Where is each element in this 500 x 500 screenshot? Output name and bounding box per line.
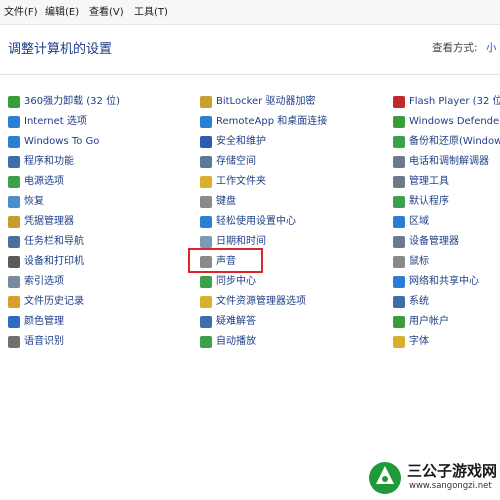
file-history-icon xyxy=(8,296,20,308)
cp-item-label: BitLocker 驱动器加密 xyxy=(216,96,316,107)
work-folders-icon xyxy=(200,176,212,188)
default-programs-icon xyxy=(393,196,405,208)
system-icon xyxy=(393,296,405,308)
menu-view[interactable]: 查看(V) xyxy=(89,6,124,20)
cp-item-label: 任务栏和导航 xyxy=(24,236,84,247)
cp-item-label: 自动播放 xyxy=(216,336,256,347)
cp-item-label: 安全和维护 xyxy=(216,136,266,147)
user-accounts-icon xyxy=(393,316,405,328)
cp-item-label: 360强力卸载 (32 位) xyxy=(24,96,120,107)
cp-item-label: 鼠标 xyxy=(409,256,429,267)
menu-file[interactable]: 文件(F) xyxy=(4,6,38,20)
cp-item-label: 区域 xyxy=(409,216,429,227)
cp-item-label: 语音识别 xyxy=(24,336,64,347)
cp-item-label: 存储空间 xyxy=(216,156,256,167)
cp-item-label: 用户帐户 xyxy=(409,316,449,327)
storage-spaces-icon xyxy=(200,156,212,168)
cp-item-label: 管理工具 xyxy=(409,176,449,187)
administrative-tools-icon xyxy=(393,176,405,188)
watermark-title: 三公子游戏网 xyxy=(407,462,498,480)
menu-edit[interactable]: 编辑(E) xyxy=(45,6,79,20)
cp-item-label: 恢复 xyxy=(24,196,44,207)
autoplay-icon xyxy=(200,336,212,348)
internet-options-icon xyxy=(8,116,20,128)
cp-item-label: 系统 xyxy=(409,296,429,307)
cp-item-label: 程序和功能 xyxy=(24,156,74,167)
mouse-icon xyxy=(393,256,405,268)
view-by-dropdown[interactable]: 小 xyxy=(486,40,497,55)
cp-item-label: 颜色管理 xyxy=(24,316,64,327)
color-management-icon xyxy=(8,316,20,328)
cp-item-label: 设备和打印机 xyxy=(24,256,84,267)
view-by-label: 查看方式: xyxy=(432,42,478,54)
cp-item-label: 索引选项 xyxy=(24,276,64,287)
ease-of-access-icon xyxy=(200,216,212,228)
cp-item-label: 疑难解答 xyxy=(216,316,256,327)
devices-printers-icon xyxy=(8,256,20,268)
watermark-logo xyxy=(369,462,401,494)
programs-features-icon xyxy=(8,156,20,168)
region-icon xyxy=(393,216,405,228)
device-manager-icon xyxy=(393,236,405,248)
fonts-icon xyxy=(393,336,405,348)
watermark-url: www.sangongzi.net xyxy=(409,481,492,491)
cp-item-label: 字体 xyxy=(409,336,429,347)
keyboard-icon xyxy=(200,196,212,208)
cp-item-label: Flash Player (32 位) xyxy=(409,96,500,107)
sync-center-icon xyxy=(200,276,212,288)
highlight-box xyxy=(188,248,263,273)
cp-item-label: 文件历史记录 xyxy=(24,296,84,307)
cp-item-label: 轻松使用设置中心 xyxy=(216,216,296,227)
cp-item-label: 文件资源管理器选项 xyxy=(216,296,306,307)
cp-item-label: 键盘 xyxy=(216,196,236,207)
watermark: 三公子游戏网 www.sangongzi.net xyxy=(365,456,500,500)
flash-player-icon xyxy=(393,96,405,108)
phone-modem-icon xyxy=(393,156,405,168)
windows-to-go-icon xyxy=(8,136,20,148)
cp-item-label: 默认程序 xyxy=(409,196,449,207)
date-time-icon xyxy=(200,236,212,248)
cp-item-label: Windows Defender xyxy=(409,116,500,127)
file-explorer-options-icon xyxy=(200,296,212,308)
cp-item-label: 电源选项 xyxy=(24,176,64,187)
cp-item-label: 设备管理器 xyxy=(409,236,459,247)
troubleshooting-icon xyxy=(200,316,212,328)
recovery-icon xyxy=(8,196,20,208)
menu-tools[interactable]: 工具(T) xyxy=(134,6,168,20)
windows-defender-icon xyxy=(393,116,405,128)
indexing-options-icon xyxy=(8,276,20,288)
cp-item-label: 凭据管理器 xyxy=(24,216,74,227)
cp-item-label: RemoteApp 和桌面连接 xyxy=(216,116,328,127)
cp-item-label: 工作文件夹 xyxy=(216,176,266,187)
bitlocker-icon xyxy=(200,96,212,108)
power-options-icon xyxy=(8,176,20,188)
taskbar-icon xyxy=(8,236,20,248)
security-maintenance-icon xyxy=(200,136,212,148)
speech-recognition-icon xyxy=(8,336,20,348)
cp-item-label: 同步中心 xyxy=(216,276,256,287)
header-divider xyxy=(0,74,500,75)
cp-item-label: 网络和共享中心 xyxy=(409,276,479,287)
uninstall-icon xyxy=(8,96,20,108)
backup-restore-icon xyxy=(393,136,405,148)
remoteapp-icon xyxy=(200,116,212,128)
network-sharing-icon xyxy=(393,276,405,288)
cp-item-label: Windows To Go xyxy=(24,136,100,147)
cp-item-label: Internet 选项 xyxy=(24,116,87,127)
credential-manager-icon xyxy=(8,216,20,228)
cp-item-label: 电话和调制解调器 xyxy=(409,156,489,167)
cp-item-label: 备份和还原(Windows xyxy=(409,136,500,147)
menu-bar: 文件(F) 编辑(E) 查看(V) 工具(T) xyxy=(0,0,500,25)
page-title: 调整计算机的设置 xyxy=(8,42,113,57)
